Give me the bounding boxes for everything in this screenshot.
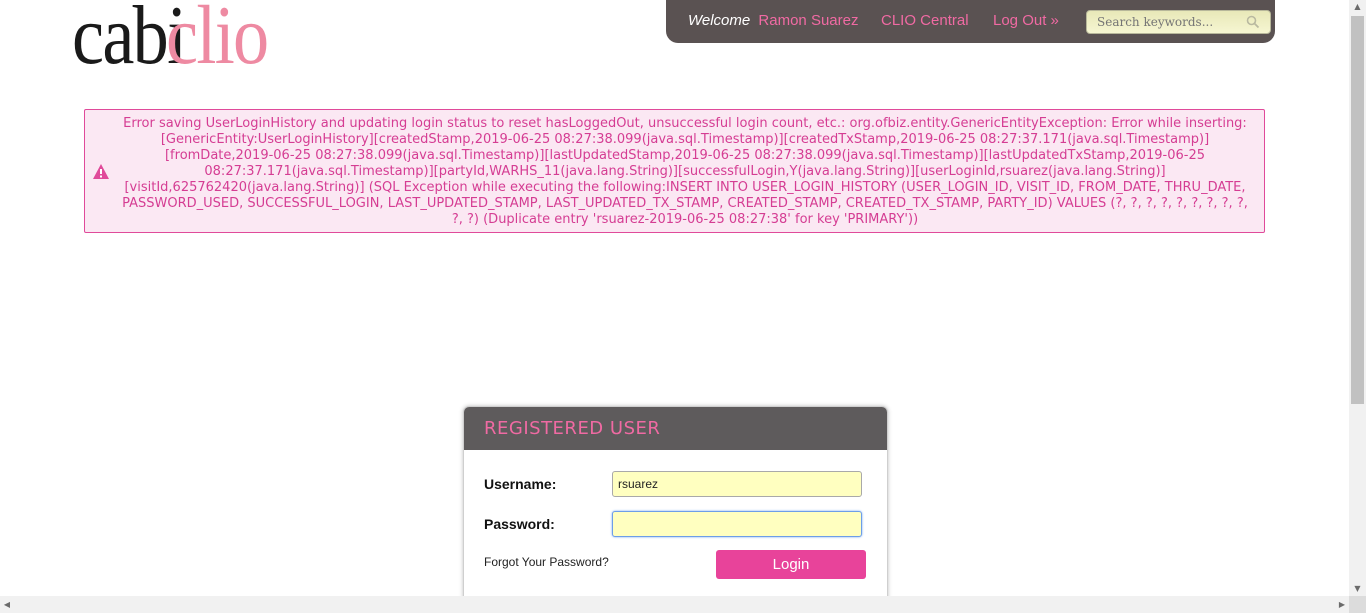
forgot-password-link[interactable]: Forgot Your Password? (484, 555, 609, 569)
search-box (1086, 10, 1271, 34)
vertical-scroll-thumb[interactable] (1351, 16, 1364, 404)
login-panel: REGISTERED USER Username: Password: Forg… (463, 406, 888, 608)
clio-central-link[interactable]: CLIO Central (881, 12, 969, 29)
error-message-box: Error saving UserLoginHistory and updati… (84, 109, 1265, 233)
welcome-message: Welcome Ramon Suarez (688, 12, 858, 29)
scroll-right-arrow-icon[interactable]: ▶ (1335, 596, 1349, 613)
cabiclio-logo[interactable]: cabi clio (72, 0, 332, 96)
logout-link[interactable]: Log Out » (993, 12, 1059, 29)
username-label: Username: (484, 476, 557, 492)
scroll-left-arrow-icon[interactable]: ◀ (0, 596, 14, 613)
login-button[interactable]: Login (716, 550, 866, 579)
scrollbar-corner (1349, 596, 1366, 613)
scroll-up-arrow-icon[interactable]: ▲ (1349, 0, 1366, 14)
vertical-scrollbar[interactable]: ▲ ▼ (1349, 0, 1366, 596)
password-label: Password: (484, 516, 555, 532)
username-input[interactable] (612, 471, 862, 497)
logo-text-clio: clio (166, 0, 269, 82)
search-input[interactable] (1087, 11, 1247, 33)
login-panel-header: REGISTERED USER (464, 407, 887, 450)
header-bar: Welcome Ramon Suarez CLIO Central Log Ou… (666, 0, 1275, 43)
password-input[interactable] (612, 511, 862, 537)
scroll-down-arrow-icon[interactable]: ▼ (1349, 582, 1366, 596)
user-name-link[interactable]: Ramon Suarez (758, 12, 858, 29)
search-icon[interactable] (1246, 15, 1260, 29)
welcome-label: Welcome (688, 12, 751, 29)
warning-icon (93, 164, 109, 179)
error-message-text: Error saving UserLoginHistory and updati… (122, 116, 1248, 227)
horizontal-scrollbar[interactable]: ◀ ▶ (0, 596, 1349, 613)
login-panel-title: REGISTERED USER (484, 418, 661, 439)
